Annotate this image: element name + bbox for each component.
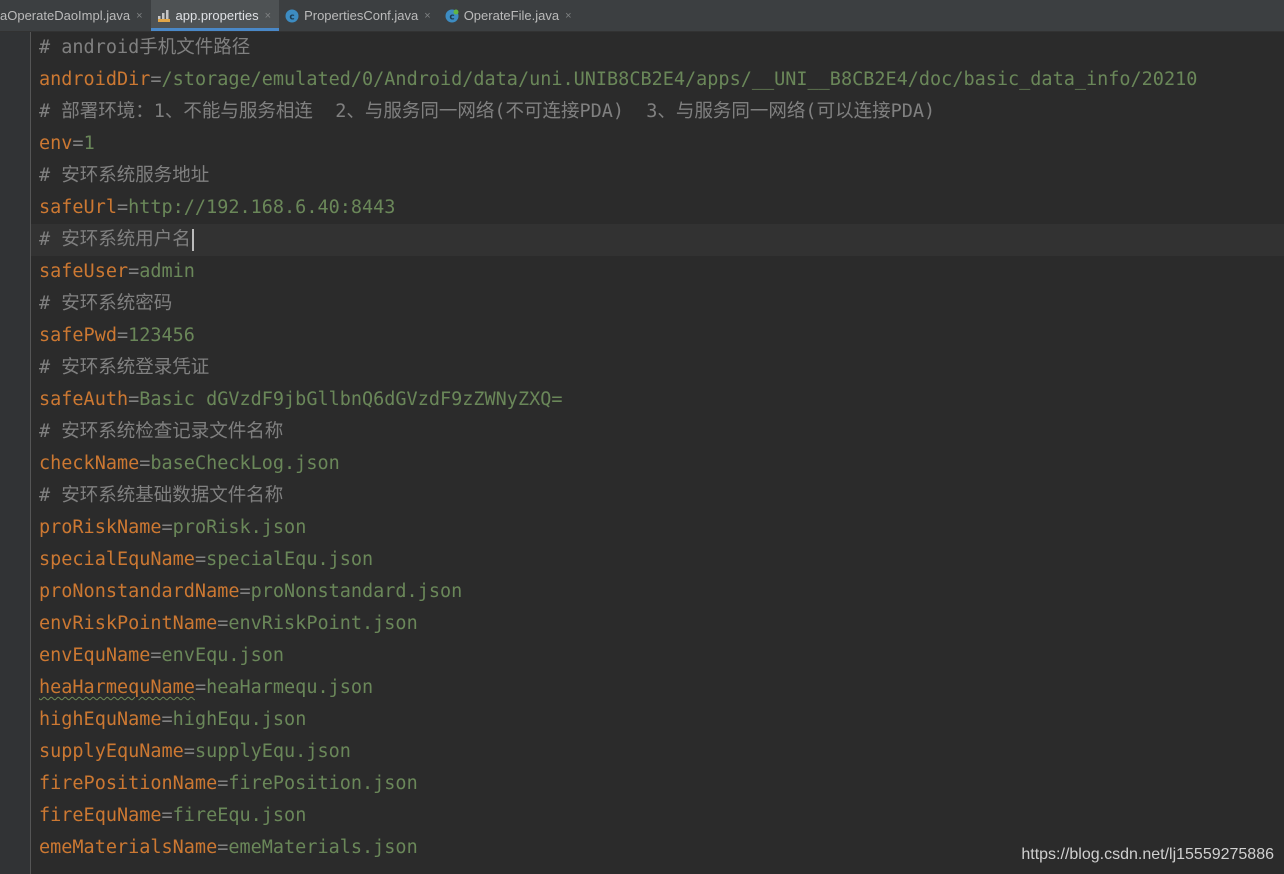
- comment-text: # 部署环境：1、不能与服务相连 2、与服务同一网络(不可连接PDA) 3、与服…: [39, 101, 936, 122]
- code-line[interactable]: supplyEquName=supplyEqu.json: [31, 736, 1284, 768]
- code-line[interactable]: highEquName=highEqu.json: [31, 704, 1284, 736]
- property-value: fireEqu.json: [172, 805, 307, 826]
- code-line[interactable]: # 安环系统登录凭证: [31, 352, 1284, 384]
- property-key: proRiskName: [39, 517, 162, 538]
- comment-text: # android手机文件路径: [39, 37, 251, 58]
- code-line[interactable]: safePwd=123456: [31, 320, 1284, 352]
- code-line-current[interactable]: # 安环系统用户名: [31, 224, 1284, 256]
- property-value: admin: [139, 261, 195, 282]
- property-value: supplyEqu.json: [194, 741, 351, 762]
- editor-gutter[interactable]: [0, 32, 31, 874]
- property-key: firePositionName: [39, 773, 218, 794]
- code-line[interactable]: specialEquName=specialEqu.json: [31, 544, 1284, 576]
- comment-text: # 安环系统密码: [39, 293, 173, 314]
- code-line[interactable]: firePositionName=firePosition.json: [31, 768, 1284, 800]
- property-value: proRisk.json: [172, 517, 307, 538]
- comment-text: # 安环系统服务地址: [39, 165, 210, 186]
- text-caret: [191, 229, 194, 251]
- tab-label: OperateFile.java: [463, 8, 560, 23]
- ide-window: aOperateDaoImpl.java × app.properties × …: [0, 0, 1284, 874]
- property-value: 123456: [128, 325, 195, 346]
- property-key: proNonstandardName: [39, 581, 240, 602]
- property-key: safeAuth: [39, 389, 129, 410]
- property-value: envEqu.json: [161, 645, 285, 666]
- code-line[interactable]: # 部署环境：1、不能与服务相连 2、与服务同一网络(不可连接PDA) 3、与服…: [31, 96, 1284, 128]
- code-line[interactable]: safeAuth=Basic dGVzdF9jbGllbnQ6dGVzdF9zZ…: [31, 384, 1284, 416]
- property-value: 1: [83, 133, 95, 154]
- property-value: http://192.168.6.40:8443: [128, 197, 396, 218]
- code-line[interactable]: # 安环系统基础数据文件名称: [31, 480, 1284, 512]
- property-key: emeMaterialsName: [39, 837, 218, 858]
- tab-operatefile[interactable]: c OperateFile.java ×: [439, 0, 580, 31]
- property-value: /storage/emulated/0/Android/data/uni.UNI…: [161, 69, 1198, 90]
- code-line[interactable]: safeUser=admin: [31, 256, 1284, 288]
- property-value: emeMaterials.json: [228, 837, 418, 858]
- property-key: heaHarmequName: [39, 677, 195, 698]
- property-value: specialEqu.json: [206, 549, 374, 570]
- property-key: supplyEquName: [39, 741, 184, 762]
- close-icon[interactable]: ×: [265, 10, 271, 22]
- property-value: highEqu.json: [172, 709, 307, 730]
- tab-propertiesconf[interactable]: c PropertiesConf.java ×: [279, 0, 439, 31]
- svg-text:c: c: [449, 12, 454, 22]
- code-line[interactable]: proNonstandardName=proNonstandard.json: [31, 576, 1284, 608]
- tab-aoperatedaoimpl[interactable]: aOperateDaoImpl.java ×: [0, 0, 151, 31]
- properties-file-icon: [157, 9, 171, 23]
- code-line[interactable]: heaHarmequName=heaHarmequ.json: [31, 672, 1284, 704]
- java-class-icon: c: [445, 9, 459, 23]
- property-key: safeUrl: [39, 197, 117, 218]
- close-icon[interactable]: ×: [136, 10, 142, 22]
- property-key: safePwd: [39, 325, 117, 346]
- comment-text: # 安环系统检查记录文件名称: [39, 421, 284, 442]
- comment-text: # 安环系统基础数据文件名称: [39, 485, 284, 506]
- property-value: envRiskPoint.json: [228, 613, 418, 634]
- property-key: safeUser: [39, 261, 129, 282]
- java-class-icon: c: [285, 9, 299, 23]
- code-line[interactable]: fireEquName=fireEqu.json: [31, 800, 1284, 832]
- code-line[interactable]: # 安环系统服务地址: [31, 160, 1284, 192]
- property-key: env: [39, 133, 73, 154]
- property-value: heaHarmequ.json: [206, 677, 374, 698]
- code-line[interactable]: # android手机文件路径: [31, 32, 1284, 64]
- property-key: specialEquName: [39, 549, 195, 570]
- code-line[interactable]: # 安环系统密码: [31, 288, 1284, 320]
- property-key: envRiskPointName: [39, 613, 218, 634]
- code-line[interactable]: proRiskName=proRisk.json: [31, 512, 1284, 544]
- code-editor[interactable]: # android手机文件路径 androidDir=/storage/emul…: [31, 32, 1284, 874]
- comment-text: # 安环系统登录凭证: [39, 357, 210, 378]
- editor-tab-bar: aOperateDaoImpl.java × app.properties × …: [0, 0, 1284, 32]
- watermark-url: https://blog.csdn.net/lj15559275886: [1021, 846, 1274, 863]
- code-line[interactable]: checkName=baseCheckLog.json: [31, 448, 1284, 480]
- code-line[interactable]: safeUrl=http://192.168.6.40:8443: [31, 192, 1284, 224]
- code-line[interactable]: env=1: [31, 128, 1284, 160]
- svg-text:c: c: [289, 12, 294, 22]
- close-icon[interactable]: ×: [424, 10, 430, 22]
- tab-app-properties[interactable]: app.properties ×: [150, 0, 280, 31]
- property-key: envEquName: [39, 645, 151, 666]
- property-value: Basic dGVzdF9jbGllbnQ6dGVzdF9zZWNyZXQ=: [139, 389, 563, 410]
- code-line[interactable]: androidDir=/storage/emulated/0/Android/d…: [31, 64, 1284, 96]
- comment-text: # 安环系统用户名: [39, 229, 191, 250]
- property-key: androidDir: [39, 69, 151, 90]
- property-key: fireEquName: [39, 805, 162, 826]
- code-line[interactable]: envEquName=envEqu.json: [31, 640, 1284, 672]
- code-line[interactable]: # 安环系统检查记录文件名称: [31, 416, 1284, 448]
- close-icon[interactable]: ×: [565, 10, 571, 22]
- property-key: highEquName: [39, 709, 162, 730]
- tab-label: app.properties: [175, 8, 259, 23]
- property-key: checkName: [39, 453, 140, 474]
- tab-label: aOperateDaoImpl.java: [0, 8, 131, 23]
- code-line[interactable]: envRiskPointName=envRiskPoint.json: [31, 608, 1284, 640]
- property-value: baseCheckLog.json: [150, 453, 340, 474]
- tab-label: PropertiesConf.java: [304, 8, 419, 23]
- property-value: proNonstandard.json: [250, 581, 463, 602]
- property-value: firePosition.json: [228, 773, 418, 794]
